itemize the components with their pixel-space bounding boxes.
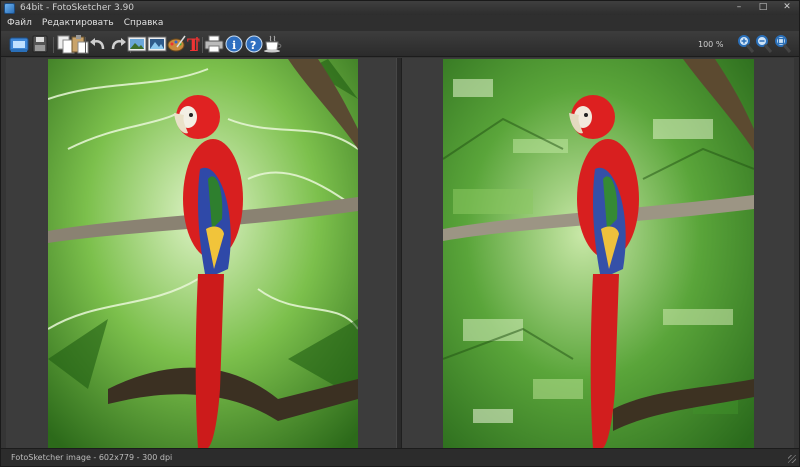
open-image-icon (9, 37, 29, 52)
app-window: 64bit - FotoSketcher 3.90 – □ ✕ Файл Ред… (0, 0, 800, 467)
original-image-pane[interactable] (6, 58, 396, 448)
donate-button[interactable] (263, 34, 283, 54)
paste-button[interactable] (70, 34, 90, 54)
svg-text:T: T (187, 36, 200, 54)
svg-text:?: ? (250, 39, 256, 52)
zoom-out-icon (756, 35, 773, 53)
show-result-button[interactable] (147, 34, 167, 54)
minimize-button[interactable]: – (733, 2, 745, 13)
undo-icon (90, 38, 105, 50)
zoom-fit-icon (775, 35, 792, 53)
result-image-pane[interactable] (402, 58, 794, 448)
add-text-icon: T (187, 36, 200, 56)
workspace (6, 58, 794, 448)
zoom-in-icon (738, 35, 755, 53)
add-text-button[interactable]: T (184, 34, 204, 56)
resize-grip[interactable] (788, 455, 796, 463)
menu-help[interactable]: Справка (123, 18, 165, 28)
status-text: FotoSketcher image - 602x779 - 300 dpi (11, 453, 173, 462)
info-icon: i (225, 35, 243, 53)
coffee-donate-icon (264, 35, 282, 53)
result-image-icon (147, 36, 167, 52)
show-original-button[interactable] (127, 34, 147, 54)
save-button[interactable] (30, 34, 50, 54)
zoom-fit-button[interactable] (773, 34, 793, 54)
app-icon (4, 2, 15, 14)
print-button[interactable] (204, 34, 224, 54)
toolbar: T i ? 100 % (1, 31, 799, 57)
undo-button[interactable] (88, 34, 108, 54)
menu-bar: Файл Редактировать Справка (1, 15, 799, 31)
redo-button[interactable] (108, 34, 128, 54)
save-icon (32, 35, 48, 53)
open-image-button[interactable] (9, 34, 29, 54)
menu-edit[interactable]: Редактировать (41, 18, 115, 28)
maximize-button[interactable]: □ (757, 2, 769, 13)
svg-text:i: i (232, 39, 236, 52)
info-button[interactable]: i (224, 34, 244, 54)
drawing-effects-button[interactable] (166, 34, 186, 54)
window-title: 64bit - FotoSketcher 3.90 (20, 3, 135, 13)
help-icon: ? (245, 35, 263, 53)
zoom-level-label: 100 % (698, 40, 724, 49)
print-icon (204, 35, 224, 53)
sketch-result-photo (443, 59, 754, 448)
redo-icon (111, 38, 126, 50)
original-image-icon (127, 36, 147, 52)
zoom-out-button[interactable] (754, 34, 774, 54)
original-photo (48, 59, 358, 448)
help-button[interactable]: ? (244, 34, 264, 54)
menu-file[interactable]: Файл (6, 18, 33, 28)
zoom-in-button[interactable] (736, 34, 756, 54)
paste-icon (71, 35, 89, 54)
paint-palette-icon (167, 35, 186, 52)
status-bar: FotoSketcher image - 602x779 - 300 dpi (1, 448, 799, 466)
title-bar[interactable]: 64bit - FotoSketcher 3.90 – □ ✕ (1, 1, 799, 15)
close-button[interactable]: ✕ (781, 2, 793, 13)
